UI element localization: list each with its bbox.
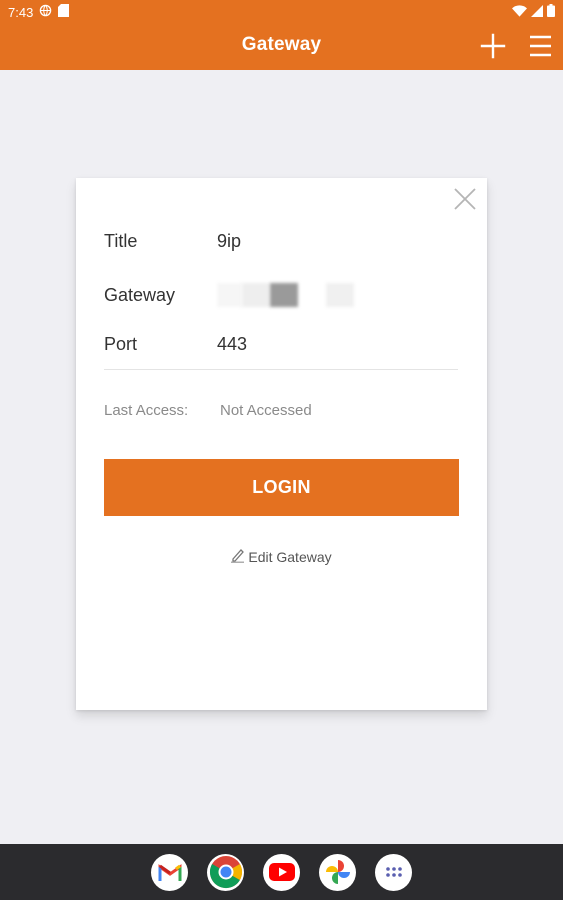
status-bar: 7:43 — [0, 0, 563, 24]
app-bar: 7:43 Gateway — [0, 0, 563, 70]
gateway-row: Gateway — [104, 282, 354, 308]
close-icon — [454, 188, 476, 210]
globe-status-icon — [39, 4, 52, 20]
redacted-segment — [326, 283, 354, 307]
gmail-icon[interactable] — [151, 853, 188, 891]
wifi-icon — [512, 4, 527, 20]
edit-gateway-label: Edit Gateway — [248, 548, 332, 565]
signal-icon — [531, 4, 543, 20]
sd-card-status-icon — [58, 4, 70, 20]
system-dock — [0, 844, 563, 900]
gateway-label: Gateway — [104, 284, 176, 305]
divider — [104, 369, 458, 370]
last-access-row: Last Access: Not Accessed — [104, 402, 312, 419]
port-value: 443 — [217, 334, 248, 354]
gateway-value-redacted — [217, 282, 354, 308]
last-access-value: Not Accessed — [220, 402, 312, 419]
last-access-label: Last Access: — [104, 402, 189, 419]
title-label: Title — [104, 231, 138, 251]
edit-gateway-link[interactable]: Edit Gateway — [76, 547, 487, 566]
battery-icon — [547, 4, 555, 20]
gateway-card: Title 9ip Gateway Port 443 Last Access: … — [76, 178, 487, 710]
youtube-icon[interactable] — [263, 853, 300, 891]
app-drawer-icon[interactable] — [375, 853, 412, 891]
close-button[interactable] — [453, 187, 477, 211]
title-row: Title 9ip — [104, 231, 241, 252]
redacted-segment — [242, 283, 270, 307]
add-gateway-button[interactable] — [478, 31, 508, 61]
redacted-segment — [270, 283, 298, 307]
login-button[interactable]: LOGIN — [104, 459, 459, 516]
status-time: 7:43 — [8, 4, 34, 20]
title-value: 9ip — [217, 231, 242, 251]
chrome-icon[interactable] — [207, 853, 244, 891]
plus-icon — [480, 33, 506, 59]
menu-button[interactable] — [525, 31, 555, 61]
pencil-icon — [231, 547, 245, 566]
port-row: Port 443 — [104, 334, 247, 355]
redacted-segment — [217, 283, 242, 307]
hamburger-menu-icon — [530, 35, 551, 57]
photos-icon[interactable] — [319, 853, 356, 891]
port-label: Port — [104, 334, 138, 354]
